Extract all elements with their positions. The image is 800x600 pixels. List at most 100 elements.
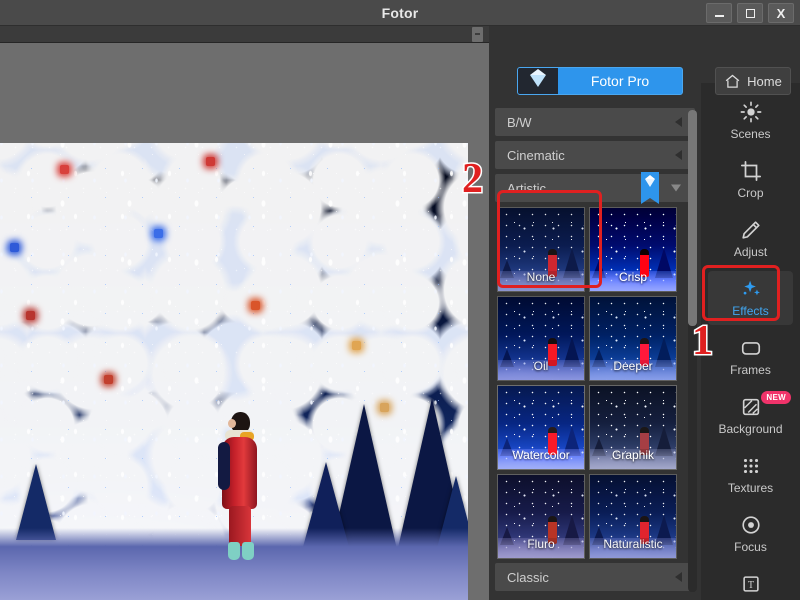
home-icon bbox=[725, 74, 740, 88]
category-label: B/W bbox=[507, 114, 532, 130]
category-label: Cinematic bbox=[507, 147, 565, 163]
effect-name: Fluro bbox=[527, 537, 555, 551]
rail-label: Background bbox=[718, 422, 783, 436]
new-badge: NEW bbox=[761, 391, 791, 404]
tool-rail: Home Scenes Crop Adjust Effects Frames N… bbox=[701, 26, 800, 600]
window-controls: X bbox=[706, 3, 794, 23]
colored-star bbox=[352, 341, 361, 350]
effect-thumb-watercolor[interactable]: Watercolor bbox=[497, 385, 585, 470]
canvas-viewport[interactable] bbox=[0, 43, 489, 600]
rail-label: Effects bbox=[732, 304, 769, 318]
effect-name: Deeper bbox=[613, 359, 653, 373]
person-legs bbox=[229, 506, 251, 546]
panel-header: Fotor Pro bbox=[489, 26, 701, 95]
effect-name: None bbox=[526, 270, 556, 284]
effect-name: Crisp bbox=[618, 270, 647, 284]
effect-thumb-oil[interactable]: Oil bbox=[497, 296, 585, 381]
effect-thumb-crisp[interactable]: Crisp bbox=[589, 207, 677, 292]
colored-star bbox=[60, 165, 69, 174]
sun-icon bbox=[740, 101, 761, 123]
colored-star bbox=[206, 157, 215, 166]
category-row-artistic[interactable]: Artistic bbox=[495, 172, 695, 204]
effect-name: Naturalistic bbox=[603, 537, 663, 551]
pro-ribbon-badge bbox=[641, 172, 659, 204]
hatched-square-icon bbox=[742, 398, 759, 416]
rail-label: Crop bbox=[737, 186, 764, 200]
minimize-icon bbox=[714, 15, 724, 17]
category-row-bw[interactable]: B/W bbox=[495, 108, 695, 136]
close-button[interactable]: X bbox=[768, 3, 794, 23]
category-label: Classic bbox=[507, 569, 549, 585]
colored-star bbox=[251, 301, 260, 310]
rail-label: Focus bbox=[734, 540, 767, 554]
artistic-effect-grid: None Crisp Oil Deeper Watercolor Graphik… bbox=[497, 207, 701, 559]
person-boot bbox=[242, 542, 254, 560]
category-row-cinematic[interactable]: Cinematic bbox=[495, 141, 695, 169]
effect-thumb-graphik[interactable]: Graphik bbox=[589, 385, 677, 470]
chevron-left-icon bbox=[675, 150, 682, 160]
minimize-button[interactable] bbox=[706, 3, 732, 23]
rail-item-effects[interactable]: Effects bbox=[708, 271, 793, 325]
fotor-pro-button[interactable]: Fotor Pro bbox=[517, 67, 683, 95]
effects-panel-scroll-thumb[interactable] bbox=[688, 110, 697, 326]
rail-item-frames[interactable]: Frames bbox=[708, 330, 793, 384]
rail-label: Scenes bbox=[730, 127, 771, 141]
colored-star bbox=[154, 229, 163, 238]
canvas-scrollbar-thumb[interactable] bbox=[472, 27, 483, 42]
effect-name: Graphik bbox=[611, 448, 655, 462]
rail-item-list: Scenes Crop Adjust Effects Frames NEW Ba… bbox=[701, 94, 800, 600]
colored-star bbox=[26, 311, 35, 320]
home-button[interactable]: Home bbox=[715, 67, 791, 95]
category-label: Artistic bbox=[507, 180, 546, 196]
maximize-button[interactable] bbox=[737, 3, 763, 23]
diamond-icon bbox=[518, 68, 558, 94]
effect-thumb-deeper[interactable]: Deeper bbox=[589, 296, 677, 381]
effect-thumb-fluro[interactable]: Fluro bbox=[497, 474, 585, 559]
fotor-pro-label: Fotor Pro bbox=[590, 73, 650, 89]
effect-thumb-none[interactable]: None bbox=[497, 207, 585, 292]
rail-item-background[interactable]: NEW Background bbox=[708, 389, 793, 443]
dot-grid-icon bbox=[743, 458, 758, 474]
effect-name: Oil bbox=[533, 359, 549, 373]
maximize-icon bbox=[745, 8, 755, 18]
person-figure bbox=[214, 412, 266, 562]
chevron-left-icon bbox=[675, 572, 682, 582]
effect-name: Watercolor bbox=[512, 448, 570, 462]
rail-label: Adjust bbox=[733, 245, 768, 259]
effects-category-list: B/W Cinematic Artistic None Crisp Oil De… bbox=[489, 108, 701, 600]
rail-label: Frames bbox=[730, 363, 771, 377]
fotor-app-window: Fotor X Fotor Pro B/W Cinematic Artistic… bbox=[0, 0, 800, 600]
colored-star bbox=[104, 375, 113, 384]
colored-star bbox=[10, 243, 19, 252]
edited-photo[interactable] bbox=[0, 143, 468, 600]
rounded-rect-icon bbox=[741, 342, 760, 355]
chevron-down-icon bbox=[671, 184, 681, 192]
effects-panel: Fotor Pro B/W Cinematic Artistic None Cr… bbox=[489, 26, 701, 600]
person-arm bbox=[218, 442, 230, 490]
annotation-number-1: 1 bbox=[691, 318, 715, 364]
svg-text:T: T bbox=[747, 580, 753, 591]
rail-header: Home bbox=[701, 26, 800, 95]
target-icon bbox=[741, 516, 760, 534]
sparkles-icon bbox=[743, 280, 760, 296]
person-face bbox=[228, 419, 236, 428]
close-icon: X bbox=[776, 5, 786, 21]
rail-item-scenes[interactable]: Scenes bbox=[708, 94, 793, 148]
text-box-icon: T bbox=[742, 576, 759, 592]
rail-item-text[interactable]: T Text bbox=[708, 566, 793, 600]
title-bar: Fotor X bbox=[0, 0, 800, 26]
window-title: Fotor bbox=[381, 5, 419, 21]
crop-icon bbox=[740, 160, 761, 182]
annotation-number-2: 2 bbox=[461, 156, 485, 202]
rail-item-adjust[interactable]: Adjust bbox=[708, 212, 793, 266]
rail-label: Textures bbox=[727, 481, 774, 495]
editor-area bbox=[0, 26, 489, 600]
canvas-toolbar bbox=[0, 26, 489, 43]
rail-item-textures[interactable]: Textures bbox=[708, 448, 793, 502]
category-row-classic[interactable]: Classic bbox=[495, 563, 695, 591]
rail-item-crop[interactable]: Crop bbox=[708, 153, 793, 207]
person-boot bbox=[228, 542, 240, 560]
rail-item-focus[interactable]: Focus bbox=[708, 507, 793, 561]
home-label: Home bbox=[747, 73, 782, 89]
effect-thumb-naturalistic[interactable]: Naturalistic bbox=[589, 474, 677, 559]
